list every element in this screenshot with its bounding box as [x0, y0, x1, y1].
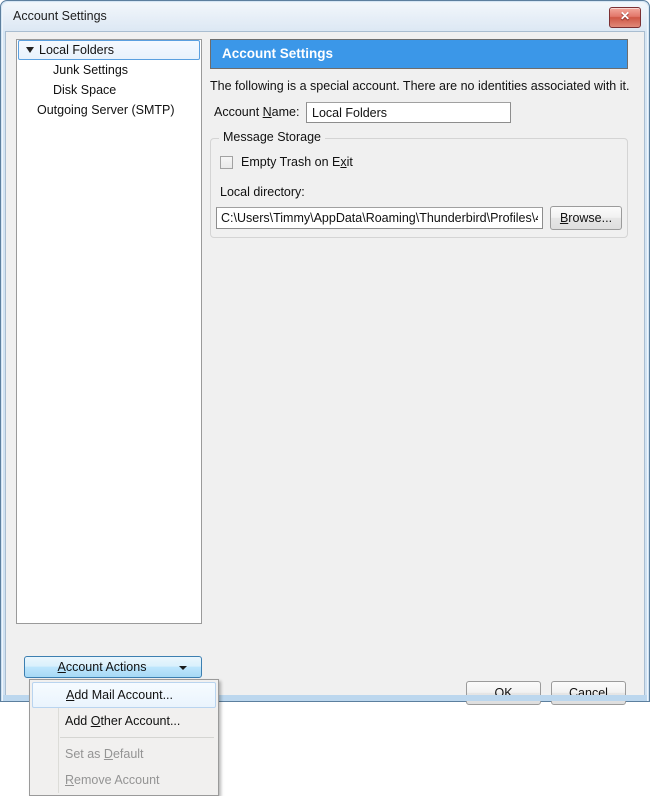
panel-intro-text: The following is a special account. Ther… — [210, 79, 630, 93]
account-name-label-post: ame: — [271, 105, 300, 119]
message-storage-groupbox: Message Storage Empty Trash on Exit Loca… — [210, 130, 628, 238]
tree-item-label: Junk Settings — [53, 63, 129, 77]
tree-item-disk-space[interactable]: Disk Space — [17, 80, 201, 100]
panel-header: Account Settings — [210, 39, 628, 69]
account-actions-label-post: ccount Actions — [65, 660, 147, 674]
window-title: Account Settings — [13, 9, 107, 23]
tree-item-label: Outgoing Server (SMTP) — [37, 103, 175, 117]
menu-item-accel: O — [90, 714, 101, 728]
close-button[interactable]: ✕ — [609, 7, 641, 28]
empty-trash-label-pre: Empty Trash on E — [241, 155, 341, 169]
browse-label: rowse... — [568, 211, 613, 225]
menu-item-add-mail-account[interactable]: Add Mail Account... — [32, 682, 216, 708]
close-icon: ✕ — [619, 9, 631, 23]
menu-item-remove-account: Remove Account — [30, 767, 218, 793]
title-bar[interactable]: Account Settings ✕ — [3, 3, 647, 31]
tree-item-junk-settings[interactable]: Junk Settings — [17, 60, 201, 80]
account-name-input[interactable] — [306, 102, 511, 123]
account-actions-menu[interactable]: Add Mail Account... Add Other Account...… — [29, 679, 219, 796]
dialog-client-area: Local Folders Junk Settings Disk Space O… — [5, 31, 645, 796]
panel-title: Account Settings — [222, 46, 334, 61]
tree-item-label: Disk Space — [53, 83, 117, 97]
menu-item-accel: R — [65, 773, 75, 787]
browse-button[interactable]: Browse... — [550, 206, 622, 230]
chevron-down-icon[interactable] — [179, 666, 187, 670]
tree-item-local-folders[interactable]: Local Folders — [18, 40, 200, 60]
menu-item-add-other-account[interactable]: Add Other Account... — [30, 708, 218, 734]
message-storage-legend: Message Storage — [219, 130, 325, 144]
collapse-triangle-icon[interactable] — [26, 47, 34, 53]
menu-item-label-pre: Add — [65, 714, 91, 728]
account-name-label: Account Name: — [214, 105, 299, 119]
empty-trash-label-post: it — [346, 155, 353, 169]
menu-item-label: ther Account... — [100, 714, 181, 728]
menu-item-label-pre: Set as — [65, 747, 104, 761]
account-actions-button[interactable]: Account Actions — [24, 656, 202, 678]
empty-trash-label: Empty Trash on Exit — [241, 155, 353, 170]
settings-panel: Account Settings The following is a spec… — [210, 39, 634, 238]
dialog-window: Account Settings ✕ Local Folders Junk Se… — [0, 0, 650, 796]
menu-separator — [60, 737, 214, 738]
account-actions-accel: A — [57, 660, 66, 674]
menu-item-accel: D — [103, 747, 113, 761]
menu-item-label: efault — [112, 747, 144, 761]
empty-trash-checkbox[interactable] — [220, 156, 233, 169]
tree-item-label: Local Folders — [39, 43, 115, 57]
cancel-button[interactable]: Cancel — [551, 681, 626, 705]
tree-item-outgoing-server-smtp[interactable]: Outgoing Server (SMTP) — [17, 100, 201, 120]
menu-item-set-as-default: Set as Default — [30, 741, 218, 767]
accounts-tree[interactable]: Local Folders Junk Settings Disk Space O… — [16, 39, 202, 624]
menu-item-label: dd Mail Account... — [74, 688, 174, 702]
account-name-accel: N — [262, 105, 272, 119]
ok-button[interactable]: OK — [466, 681, 541, 705]
account-name-label-pre: Account — [214, 105, 263, 119]
local-directory-label: Local directory: — [220, 185, 305, 199]
local-directory-input[interactable] — [216, 207, 543, 229]
menu-item-label: emove Account — [74, 773, 160, 787]
account-actions-label: Account Actions — [25, 657, 201, 677]
account-name-row: Account Name: — [210, 102, 634, 124]
